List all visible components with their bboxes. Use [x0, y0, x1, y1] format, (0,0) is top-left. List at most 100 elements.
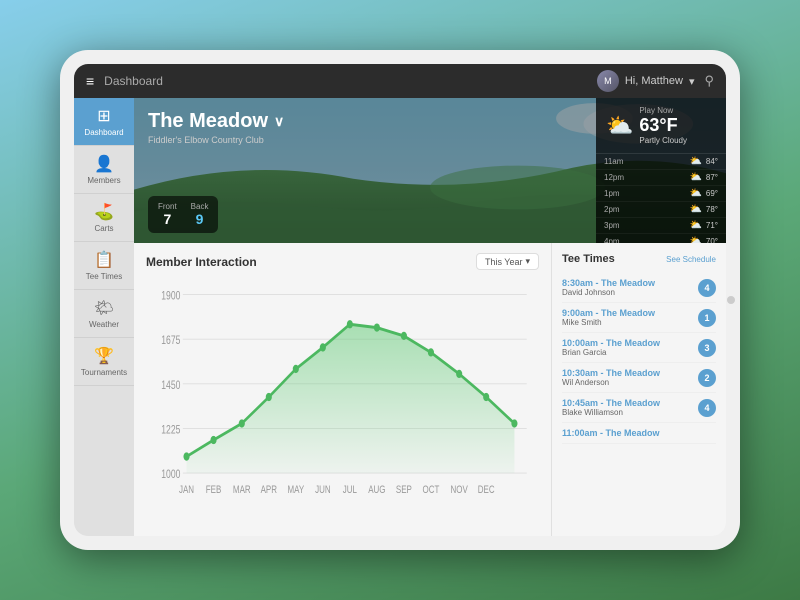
tee-time-link: 9:00am - The Meadow — [562, 308, 692, 318]
sidebar-label-dashboard: Dashboard — [84, 128, 123, 137]
tee-item-info: 10:00am - The Meadow Brian Garcia — [562, 338, 692, 357]
tee-item-info: 9:00am - The Meadow Mike Smith — [562, 308, 692, 327]
front-value: 7 — [158, 211, 177, 227]
tee-time-link: 8:30am - The Meadow — [562, 278, 692, 288]
svg-text:APR: APR — [261, 484, 278, 496]
forecast-icon: ⛅ — [689, 156, 701, 167]
tee-item-info: 11:00am - The Meadow — [562, 428, 716, 438]
chart-filter-button[interactable]: This Year ▾ — [476, 253, 539, 270]
see-schedule-link[interactable]: See Schedule — [666, 255, 716, 264]
top-bar: ≡ Dashboard M Hi, Matthew ▾ ⚲ — [74, 64, 726, 98]
svg-text:SEP: SEP — [396, 484, 412, 496]
home-button[interactable] — [727, 296, 735, 304]
teetimes-icon: 📋 — [94, 250, 114, 270]
tee-times-header: Tee Times See Schedule — [562, 253, 716, 265]
tee-count-badge: 2 — [698, 369, 716, 387]
tee-time-link: 10:45am - The Meadow — [562, 398, 692, 408]
username-label: Hi, Matthew — [625, 75, 683, 87]
sidebar-item-members[interactable]: 👤 Members — [74, 146, 134, 194]
chart-header: Member Interaction This Year ▾ — [146, 253, 539, 270]
tee-count-badge: 3 — [698, 339, 716, 357]
svg-text:AUG: AUG — [368, 484, 385, 496]
user-area: M Hi, Matthew ▾ — [597, 70, 695, 92]
search-icon[interactable]: ⚲ — [704, 73, 714, 89]
sidebar-label-weather: Weather — [89, 320, 119, 329]
weather-description: Partly Cloudy — [639, 136, 687, 145]
tee-count-badge: 1 — [698, 309, 716, 327]
user-chevron-icon: ▾ — [689, 75, 695, 88]
tee-time-link: 10:00am - The Meadow — [562, 338, 692, 348]
course-dropdown-icon: ∨ — [274, 113, 284, 130]
tee-time-item[interactable]: 8:30am - The Meadow David Johnson 4 — [562, 273, 716, 303]
weather-forecast: 11am ⛅ 84° 12pm ⛅ 87° 1pm ⛅ 69° 2pm ⛅ 78… — [596, 154, 726, 243]
weather-icon: 🌤 — [94, 298, 114, 318]
svg-text:1900: 1900 — [161, 290, 180, 302]
svg-text:1000: 1000 — [161, 469, 180, 481]
forecast-icon: ⛅ — [689, 236, 701, 243]
members-icon: 👤 — [94, 154, 114, 174]
tablet-screen: ≡ Dashboard M Hi, Matthew ▾ ⚲ ⊞ Dashboar… — [74, 64, 726, 536]
svg-text:JAN: JAN — [179, 484, 194, 496]
tee-item-info: 10:30am - The Meadow Wil Anderson — [562, 368, 692, 387]
weather-current-icon: ⛅ — [606, 113, 633, 139]
avatar: M — [597, 70, 619, 92]
back-value: 9 — [191, 211, 209, 227]
forecast-temp: 70° — [706, 237, 718, 243]
front-label: Front — [158, 202, 177, 211]
svg-text:1225: 1225 — [161, 424, 180, 436]
tee-member-name: Mike Smith — [562, 318, 692, 327]
svg-text:MAY: MAY — [287, 484, 304, 496]
forecast-icon: ⛅ — [689, 220, 701, 231]
forecast-temp: 71° — [706, 221, 718, 230]
back-label: Back — [191, 202, 209, 211]
tee-time-link: 11:00am - The Meadow — [562, 428, 716, 438]
svg-text:JUN: JUN — [315, 484, 331, 496]
weather-panel: ⛅ Play Now 63°F Partly Cloudy 11am ⛅ 84°… — [596, 98, 726, 243]
tee-member-name: David Johnson — [562, 288, 692, 297]
svg-text:OCT: OCT — [423, 484, 440, 496]
score-front: Front 7 — [158, 202, 177, 227]
svg-text:1450: 1450 — [161, 380, 180, 392]
sidebar-item-dashboard[interactable]: ⊞ Dashboard — [74, 98, 134, 146]
chart-svg: 1900 1675 1450 1225 1000 — [146, 278, 539, 526]
svg-text:1675: 1675 — [161, 335, 180, 347]
hero-section: The Meadow ∨ Fiddler's Elbow Country Clu… — [134, 98, 726, 243]
forecast-time: 3pm — [604, 221, 685, 230]
sidebar-label-members: Members — [87, 176, 120, 185]
sidebar-item-teetimes[interactable]: 📋 Tee Times — [74, 242, 134, 290]
tee-times-section: Tee Times See Schedule 8:30am - The Mead… — [551, 243, 726, 536]
tee-member-name: Brian Garcia — [562, 348, 692, 357]
sidebar-item-tournaments[interactable]: 🏆 Tournaments — [74, 338, 134, 386]
tee-time-item[interactable]: 10:00am - The Meadow Brian Garcia 3 — [562, 333, 716, 363]
forecast-row: 2pm ⛅ 78° — [596, 202, 726, 218]
lower-section: Member Interaction This Year ▾ — [134, 243, 726, 536]
forecast-time: 2pm — [604, 205, 685, 214]
svg-text:FEB: FEB — [206, 484, 222, 496]
dashboard-icon: ⊞ — [97, 106, 110, 126]
sidebar-item-carts[interactable]: ⛳ Carts — [74, 194, 134, 242]
forecast-row: 11am ⛅ 84° — [596, 154, 726, 170]
tee-time-item[interactable]: 11:00am - The Meadow — [562, 423, 716, 444]
tee-count-badge: 4 — [698, 279, 716, 297]
sidebar-item-weather[interactable]: 🌤 Weather — [74, 290, 134, 338]
forecast-time: 1pm — [604, 189, 685, 198]
svg-text:NOV: NOV — [451, 484, 469, 496]
forecast-row: 12pm ⛅ 87° — [596, 170, 726, 186]
tablet-shell: ≡ Dashboard M Hi, Matthew ▾ ⚲ ⊞ Dashboar… — [60, 50, 740, 550]
tee-time-item[interactable]: 10:30am - The Meadow Wil Anderson 2 — [562, 363, 716, 393]
tee-time-item[interactable]: 9:00am - The Meadow Mike Smith 1 — [562, 303, 716, 333]
forecast-temp: 78° — [706, 205, 718, 214]
tee-count-badge: 4 — [698, 399, 716, 417]
tee-member-name: Blake Williamson — [562, 408, 692, 417]
main-content: ⊞ Dashboard 👤 Members ⛳ Carts 📋 Tee Time… — [74, 98, 726, 536]
forecast-temp: 84° — [706, 157, 718, 166]
tee-time-item[interactable]: 10:45am - The Meadow Blake Williamson 4 — [562, 393, 716, 423]
content-panel: The Meadow ∨ Fiddler's Elbow Country Clu… — [134, 98, 726, 536]
score-back: Back 9 — [191, 202, 209, 227]
tee-member-name: Wil Anderson — [562, 378, 692, 387]
svg-text:JUL: JUL — [343, 484, 357, 496]
page-title: Dashboard — [104, 74, 587, 88]
filter-label: This Year — [485, 257, 523, 267]
play-now-label: Play Now — [639, 106, 687, 115]
hamburger-icon[interactable]: ≡ — [86, 73, 94, 89]
